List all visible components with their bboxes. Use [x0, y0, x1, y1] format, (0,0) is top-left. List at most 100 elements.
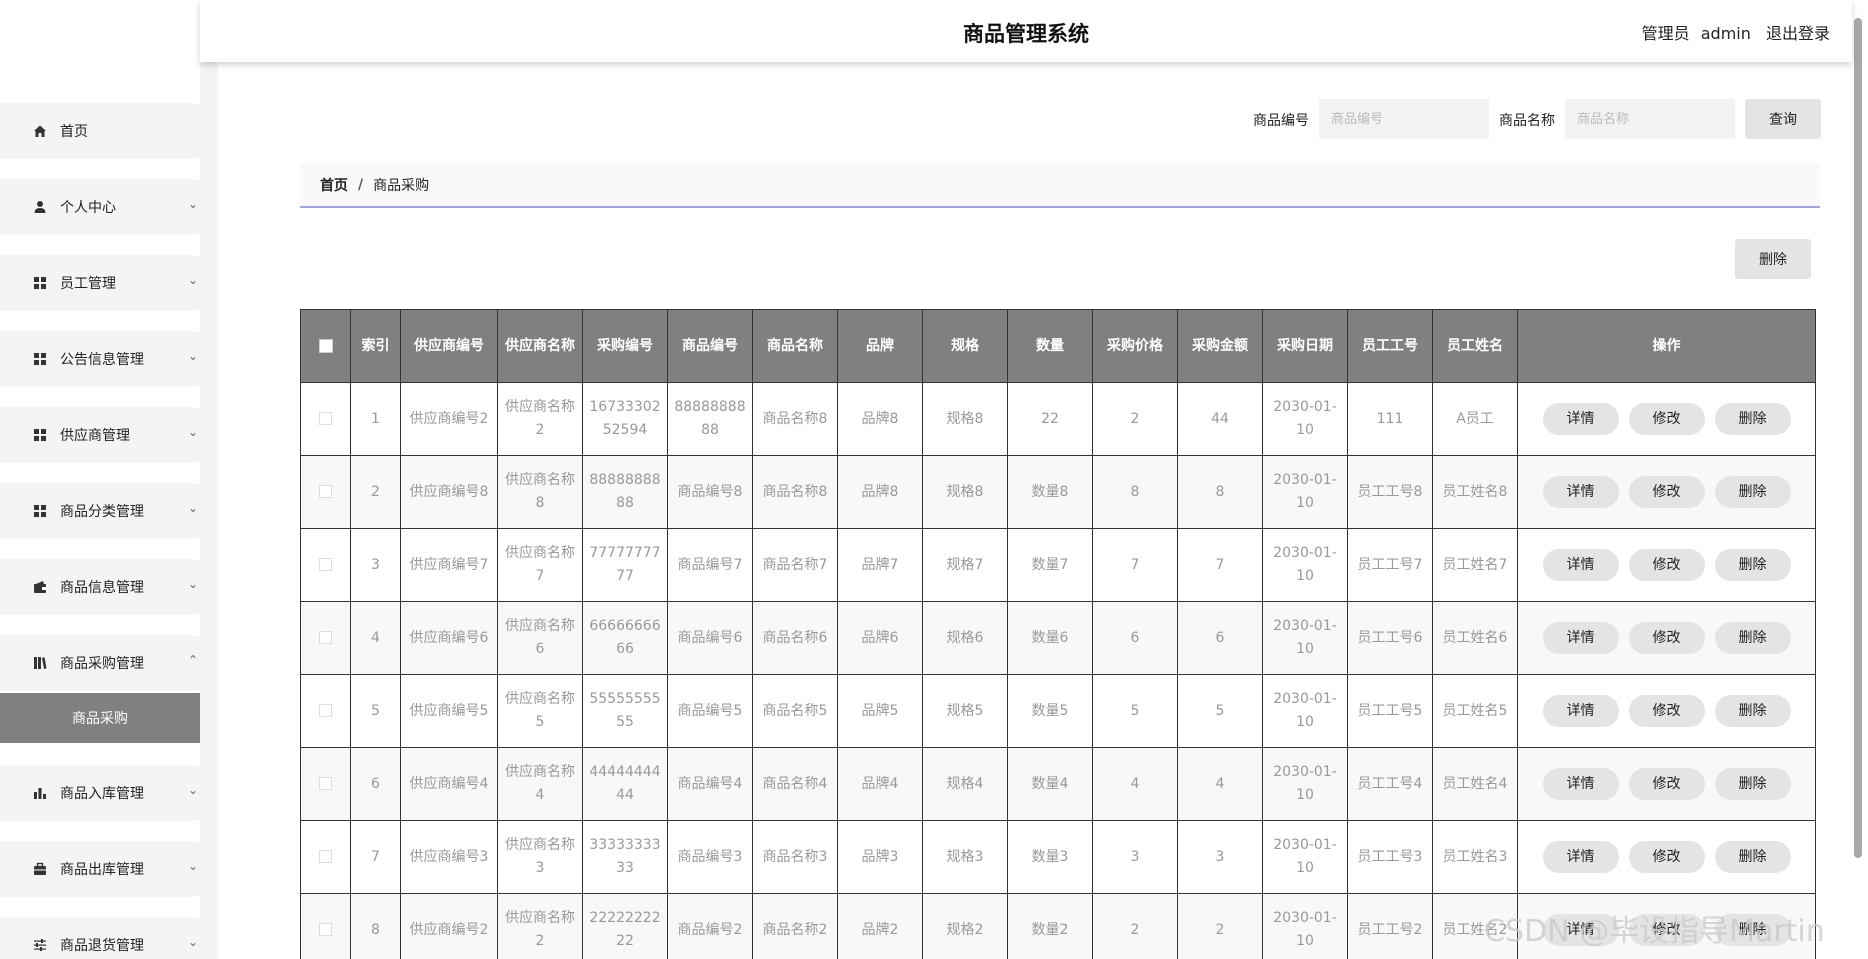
sidebar-item-returns[interactable]: 商品退货管理 ⌄: [0, 917, 218, 959]
page-scrollbar[interactable]: [1854, 18, 1862, 858]
column-header: 采购金额: [1177, 309, 1263, 383]
table-cell: 5: [1177, 674, 1263, 748]
table-cell: 7: [1177, 528, 1263, 602]
sidebar: 首页 个人中心 ⌄ 员工管理 ⌄ 公告信息管理 ⌄ 供应商管理 ⌄ 商品分类管理 ⌄ 商品信息管理 ⌄ 商…: [0, 0, 218, 959]
table-cell: 数量7: [1007, 528, 1093, 602]
row-checkbox[interactable]: [319, 558, 332, 571]
table-cell: 品牌5: [837, 674, 923, 748]
row-checkbox[interactable]: [319, 704, 332, 717]
table-cell: A员工: [1432, 382, 1518, 456]
table-cell: 商品名称8: [752, 382, 838, 456]
column-header: 品牌: [837, 309, 923, 383]
edit-button[interactable]: 修改: [1628, 622, 1705, 654]
table-cell: 供应商编号6: [400, 601, 498, 675]
edit-button[interactable]: 修改: [1628, 549, 1705, 581]
delete-button[interactable]: 删除: [1714, 403, 1791, 435]
sidebar-item-label: 商品出库管理: [60, 862, 144, 878]
table-cell: 5555555555: [582, 674, 668, 748]
chevron-down-icon: ⌄: [188, 783, 199, 797]
table-cell: 数量5: [1007, 674, 1093, 748]
sidebar-item-personal-center[interactable]: 个人中心 ⌄: [0, 179, 218, 235]
table-cell: 6666666666: [582, 601, 668, 675]
sidebar-item-label: 首页: [60, 124, 88, 140]
edit-button[interactable]: 修改: [1628, 841, 1705, 873]
table-row: 2 供应商编号8 供应商名称8 8888888888 商品编号8 商品名称8 品牌8 规格8 数…: [300, 455, 1816, 529]
sidebar-item-stock-in[interactable]: 商品入库管理 ⌄: [0, 765, 218, 821]
breadcrumb-home[interactable]: 首页: [320, 175, 348, 195]
row-select-cell: [300, 820, 351, 894]
table-cell: 品牌6: [837, 601, 923, 675]
table-cell: 数量8: [1007, 455, 1093, 529]
sidebar-item-category[interactable]: 商品分类管理 ⌄: [0, 483, 218, 539]
table-cell: 3: [1177, 820, 1263, 894]
table-cell: 1673330252594: [582, 382, 668, 456]
table-cell: 供应商编号7: [400, 528, 498, 602]
delete-button[interactable]: 删除: [1714, 549, 1791, 581]
detail-button[interactable]: 详情: [1542, 549, 1619, 581]
table-cell: 4: [1177, 747, 1263, 821]
table-cell: 员工工号7: [1347, 528, 1433, 602]
sidebar-item-supplier[interactable]: 供应商管理 ⌄: [0, 407, 218, 463]
row-checkbox[interactable]: [319, 485, 332, 498]
column-header: 供应商名称: [497, 309, 583, 383]
table-row: 4 供应商编号6 供应商名称6 6666666666 商品编号6 商品名称6 品牌6 规格6 数…: [300, 601, 1816, 675]
detail-button[interactable]: 详情: [1542, 403, 1619, 435]
row-checkbox[interactable]: [319, 923, 332, 936]
table-cell: 品牌7: [837, 528, 923, 602]
bulk-delete-button[interactable]: 删除: [1735, 239, 1811, 279]
table-cell: 商品名称4: [752, 747, 838, 821]
table-cell: 商品编号8: [667, 455, 753, 529]
edit-button[interactable]: 修改: [1628, 768, 1705, 800]
sidebar-item-stock-out[interactable]: 商品出库管理 ⌄: [0, 841, 218, 897]
table-cell: 111: [1347, 382, 1433, 456]
search-name-label: 商品名称: [1499, 113, 1555, 129]
table-cell: 4444444444: [582, 747, 668, 821]
purchase-table: 索引 供应商编号 供应商名称 采购编号 商品编号 商品名称 品牌 规格 数量 采购价格 采购金额 采购…: [300, 309, 1816, 959]
delete-button[interactable]: 删除: [1714, 841, 1791, 873]
query-button[interactable]: 查询: [1745, 99, 1821, 139]
table-cell: 供应商名称8: [497, 455, 583, 529]
table-cell: 员工姓名4: [1432, 747, 1518, 821]
row-checkbox[interactable]: [319, 850, 332, 863]
sidebar-item-staff[interactable]: 员工管理 ⌄: [0, 255, 218, 311]
delete-button[interactable]: 删除: [1714, 476, 1791, 508]
table-cell: 44: [1177, 382, 1263, 456]
table-cell: 6: [350, 747, 401, 821]
detail-button[interactable]: 详情: [1542, 841, 1619, 873]
detail-button[interactable]: 详情: [1542, 476, 1619, 508]
sidebar-item-home[interactable]: 首页: [0, 103, 218, 159]
logout-link[interactable]: 退出登录: [1766, 24, 1830, 43]
table-cell: 8888888888: [667, 382, 753, 456]
sidebar-item-label: 商品分类管理: [60, 504, 144, 520]
edit-button[interactable]: 修改: [1628, 695, 1705, 727]
detail-button[interactable]: 详情: [1542, 695, 1619, 727]
row-checkbox[interactable]: [319, 412, 332, 425]
column-header: 商品编号: [667, 309, 753, 383]
detail-button[interactable]: 详情: [1542, 768, 1619, 800]
table-cell: 2030-01-10: [1262, 820, 1348, 894]
table-cell: 数量4: [1007, 747, 1093, 821]
row-checkbox[interactable]: [319, 631, 332, 644]
table-cell: 7: [350, 820, 401, 894]
delete-button[interactable]: 删除: [1714, 695, 1791, 727]
search-code-input[interactable]: [1319, 99, 1489, 139]
row-checkbox[interactable]: [319, 777, 332, 790]
delete-button[interactable]: 删除: [1714, 768, 1791, 800]
search-name-input[interactable]: [1565, 99, 1735, 139]
edit-button[interactable]: 修改: [1628, 476, 1705, 508]
delete-button[interactable]: 删除: [1714, 622, 1791, 654]
sidebar-subitem-purchase[interactable]: 商品采购: [0, 693, 200, 743]
table-cell: 供应商编号5: [400, 674, 498, 748]
sidebar-item-purchase[interactable]: 商品采购管理 ⌃: [0, 635, 218, 691]
edit-button[interactable]: 修改: [1628, 403, 1705, 435]
column-header: 规格: [922, 309, 1008, 383]
table-cell: 5: [1092, 674, 1178, 748]
column-header: 操作: [1517, 309, 1816, 383]
detail-button[interactable]: 详情: [1542, 622, 1619, 654]
sidebar-item-product-info[interactable]: 商品信息管理 ⌄: [0, 559, 218, 615]
sidebar-item-notice[interactable]: 公告信息管理 ⌄: [0, 331, 218, 387]
select-all-checkbox[interactable]: [318, 339, 333, 353]
row-actions: 详情 修改 删除: [1517, 382, 1816, 456]
chevron-down-icon: ⌄: [188, 349, 199, 363]
bar-chart-icon: [32, 785, 48, 801]
